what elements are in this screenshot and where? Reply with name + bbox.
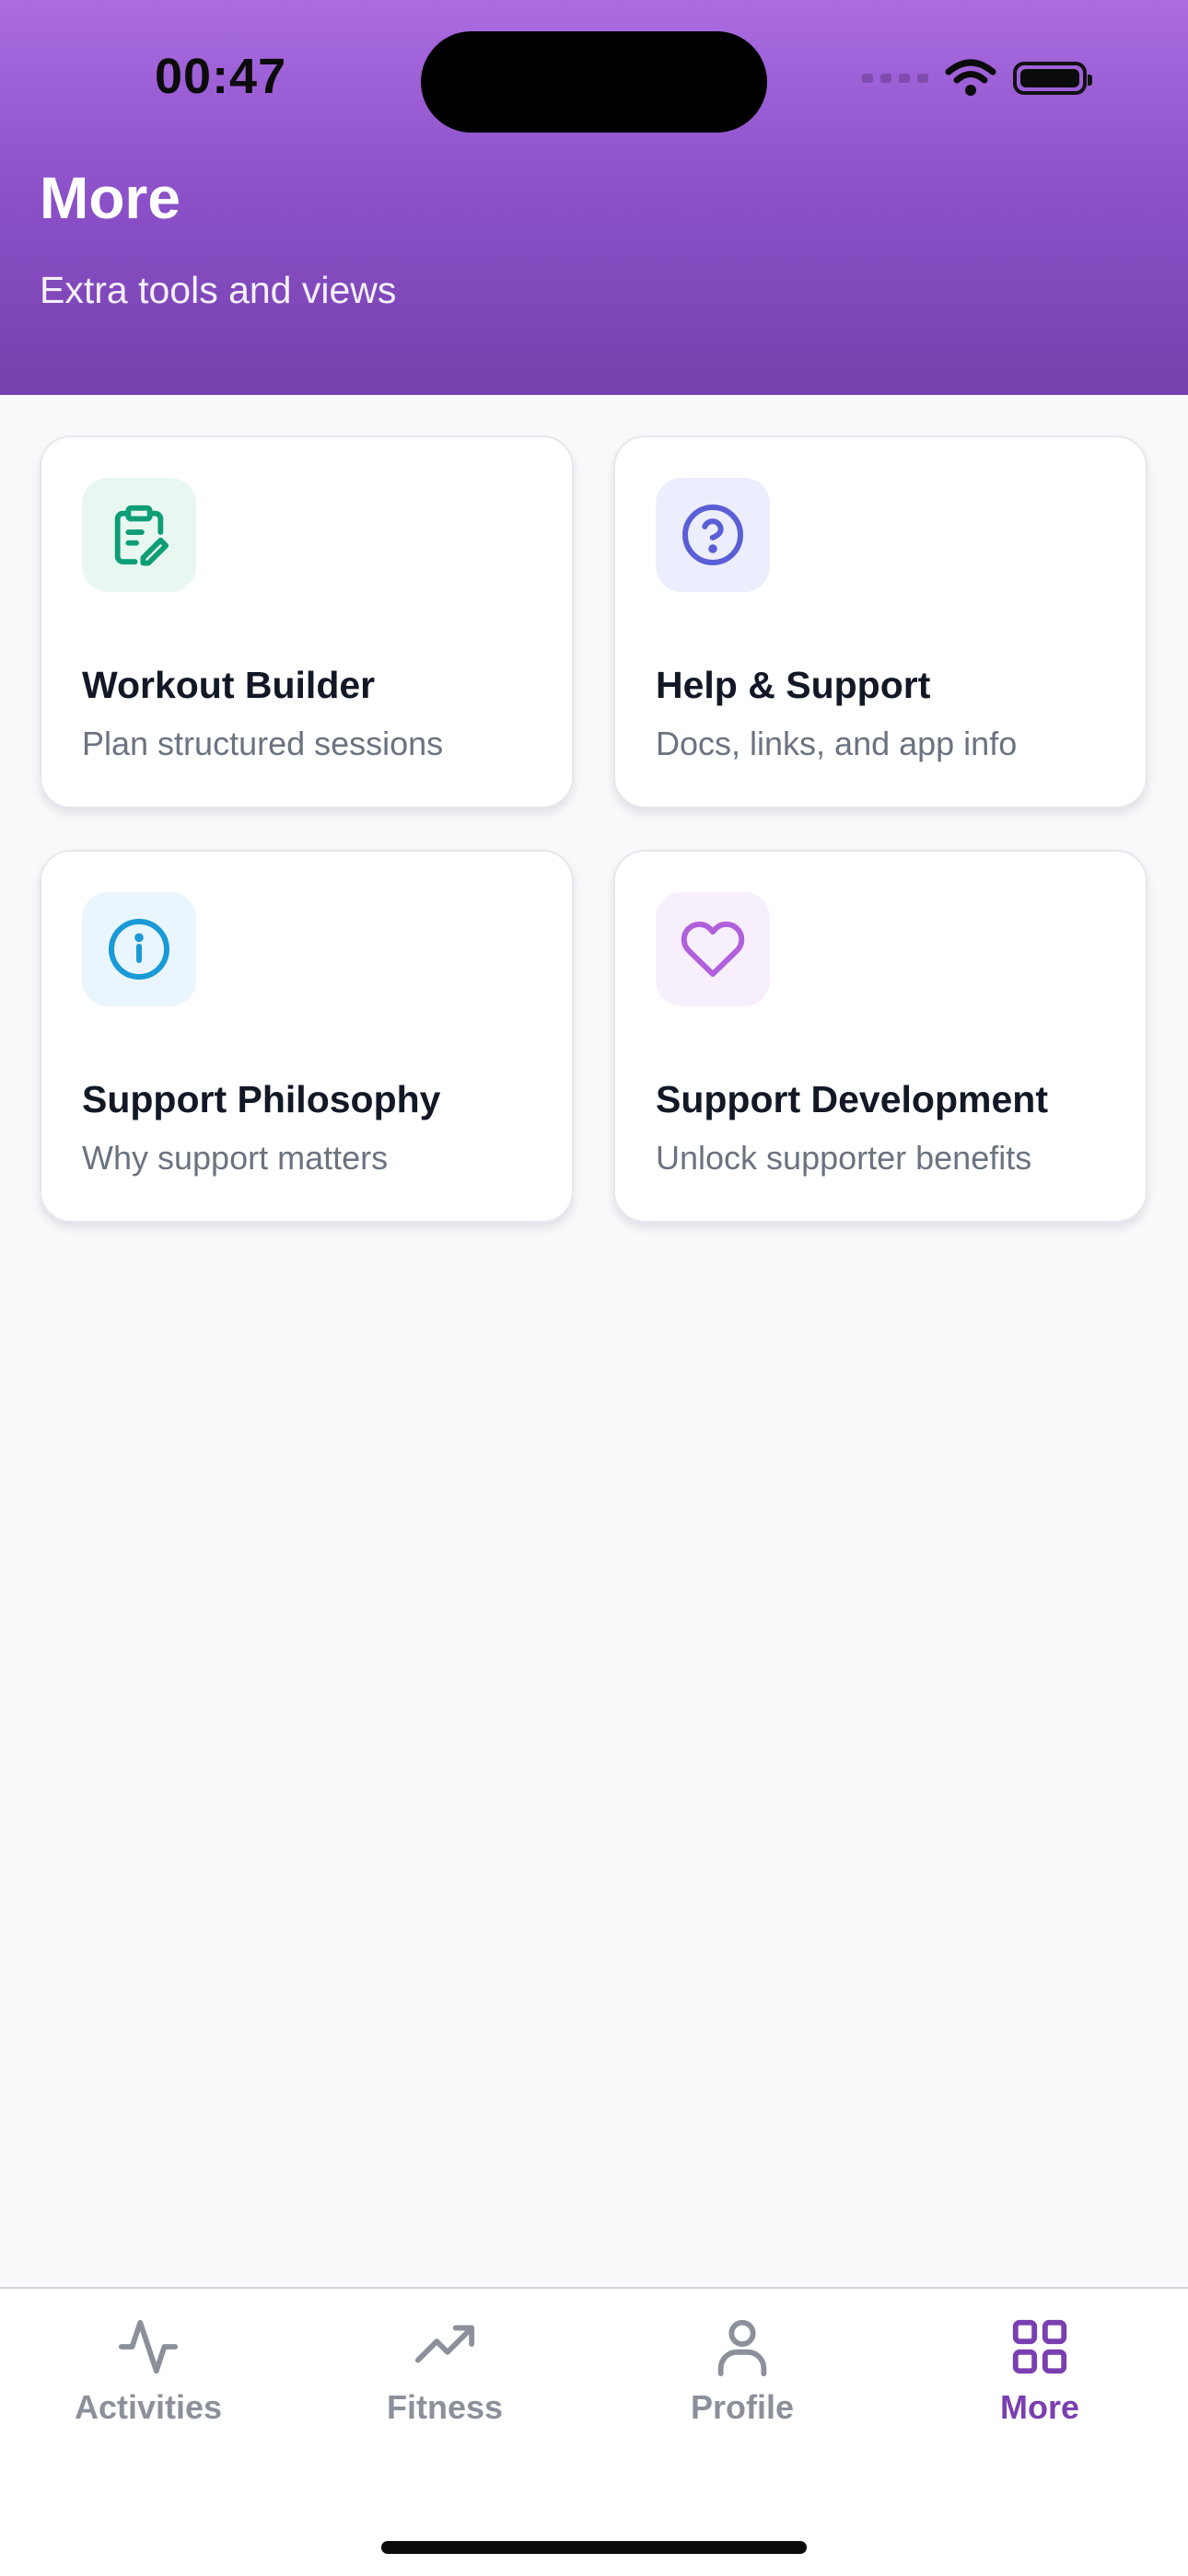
home-indicator [381, 2541, 807, 2554]
card-title: Support Development [656, 1078, 1048, 1120]
battery-icon [1013, 62, 1092, 95]
card-workout-builder[interactable]: Workout Builder Plan structured sessions [40, 435, 574, 808]
card-support-philosophy[interactable]: Support Philosophy Why support matters [40, 850, 574, 1223]
help-circle-icon [682, 505, 743, 565]
tab-profile[interactable]: Profile [594, 2315, 891, 2443]
card-subtitle: Docs, links, and app info [656, 725, 1018, 762]
user-icon [717, 2319, 767, 2377]
card-title: Support Philosophy [82, 1078, 441, 1120]
tab-label: Profile [690, 2388, 795, 2426]
clipboard-edit-icon [114, 505, 169, 566]
grid-icon [1012, 2319, 1067, 2374]
tab-more[interactable]: More [891, 2315, 1188, 2443]
tab-label: Activities [74, 2388, 223, 2426]
icon-tile [656, 892, 770, 1006]
card-subtitle: Why support matters [82, 1139, 389, 1177]
status-indicators [862, 55, 1092, 101]
status-time: 00:47 [155, 49, 287, 104]
tab-label: More [999, 2388, 1079, 2426]
page-title: More [40, 165, 181, 231]
dynamic-island [421, 31, 767, 133]
card-title: Help & Support [656, 664, 931, 706]
info-circle-icon [109, 919, 169, 980]
card-help-support[interactable]: Help & Support Docs, links, and app info [613, 435, 1147, 808]
header: 00:47 More Extra tools and views [0, 0, 1188, 395]
icon-tile [656, 478, 770, 592]
card-title: Workout Builder [82, 664, 376, 706]
card-subtitle: Plan structured sessions [82, 725, 444, 762]
tab-fitness[interactable]: Fitness [297, 2315, 593, 2443]
card-support-development[interactable]: Support Development Unlock supporter ben… [613, 850, 1147, 1223]
wifi-icon [945, 59, 996, 96]
activity-icon [118, 2319, 179, 2374]
tab-activities[interactable]: Activities [0, 2315, 297, 2443]
tab-label: Fitness [386, 2388, 504, 2426]
icon-tile [82, 478, 196, 592]
heart-icon [681, 921, 745, 977]
cellular-signal-icon [862, 74, 928, 83]
icon-tile [82, 892, 196, 1006]
card-subtitle: Unlock supporter benefits [656, 1139, 1032, 1177]
tab-bar: Activities Fitness Profile More [0, 2287, 1188, 2576]
page-subtitle: Extra tools and views [40, 269, 397, 311]
trending-up-icon [414, 2325, 475, 2363]
